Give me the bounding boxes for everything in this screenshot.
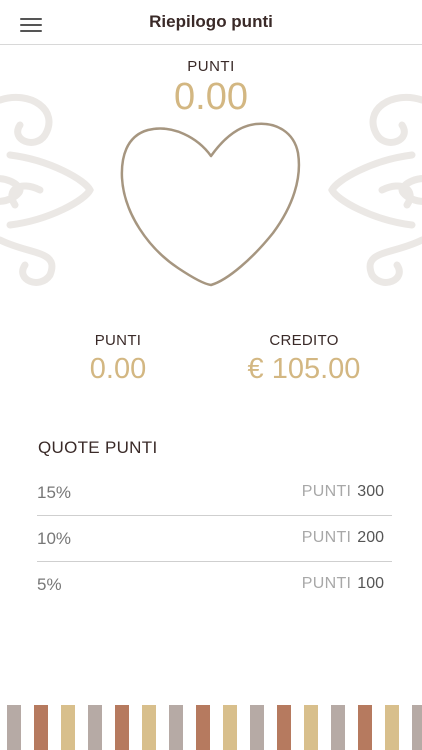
quotes-title: QUOTE PUNTI <box>38 438 158 457</box>
top-bar: Riepilogo punti <box>0 0 422 45</box>
list-item[interactable]: 5% PUNTI 100 <box>37 562 392 607</box>
credit-value: € 105.00 <box>247 353 361 385</box>
page-title: Riepilogo punti <box>149 12 273 31</box>
quote-points-value: 300 <box>357 483 384 500</box>
points-stat: PUNTI 0.00 <box>33 332 203 386</box>
quote-percent: 10% <box>37 529 72 548</box>
points-label: PUNTI <box>94 332 142 349</box>
quote-points: PUNTI 200 <box>302 529 384 547</box>
quote-unit: PUNTI <box>301 575 352 592</box>
quote-unit: PUNTI <box>301 529 352 546</box>
summary-points-label: PUNTI <box>187 58 235 75</box>
list-item[interactable]: 15% PUNTI 300 <box>37 470 392 516</box>
quote-points-value: 200 <box>357 529 384 546</box>
quote-points: PUNTI 300 <box>302 483 384 501</box>
heart-icon <box>120 122 301 287</box>
summary-points-value: 0.00 <box>174 76 248 118</box>
quote-percent: 15% <box>37 483 72 502</box>
list-item[interactable]: 10% PUNTI 200 <box>37 516 392 562</box>
credit-stat: CREDITO € 105.00 <box>219 332 389 386</box>
credit-label: CREDITO <box>269 332 339 349</box>
quote-points: PUNTI 100 <box>302 575 384 593</box>
decorative-stripes <box>7 705 422 750</box>
points-value: 0.00 <box>89 353 147 385</box>
quotes-list: 15% PUNTI 300 10% PUNTI 200 5% PUNTI 100 <box>37 470 392 607</box>
quote-points-value: 100 <box>357 575 384 592</box>
quote-unit: PUNTI <box>301 483 352 500</box>
quote-percent: 5% <box>37 575 62 594</box>
